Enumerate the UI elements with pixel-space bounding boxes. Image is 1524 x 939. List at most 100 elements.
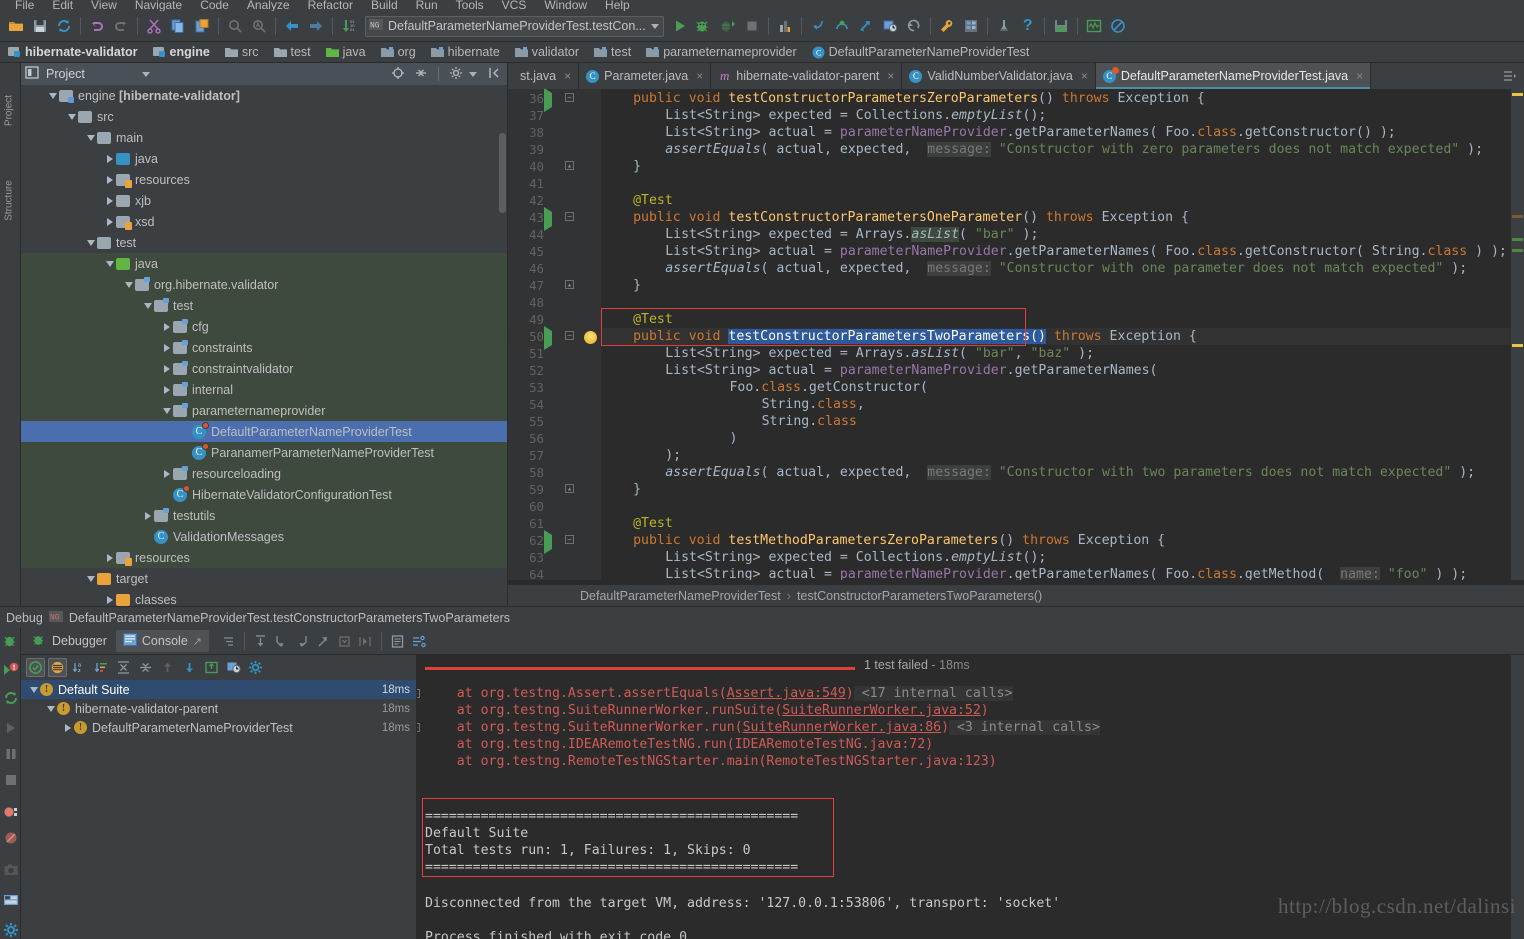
cut-icon[interactable]	[142, 14, 166, 38]
run-icon[interactable]	[668, 14, 692, 38]
fold-region-icon[interactable]: −	[565, 93, 574, 102]
menu-item-analyze[interactable]: Analyze	[238, 0, 299, 11]
save-all-icon[interactable]	[28, 14, 52, 38]
chevron-down-icon[interactable]	[650, 23, 659, 29]
menu-item-navigate[interactable]: Navigate	[126, 0, 191, 11]
project-tree-item-engine-hibernate-validator-[interactable]: engine [hibernate-validator]	[21, 85, 507, 106]
project-tree-item-testutils[interactable]: testutils	[21, 505, 507, 526]
layout-settings-icon[interactable]	[409, 632, 428, 651]
project-tree-item-target[interactable]: target	[21, 568, 507, 589]
step-into-icon[interactable]	[272, 632, 291, 651]
copy-icon[interactable]	[166, 14, 190, 38]
chevron-down-icon[interactable]	[469, 71, 477, 77]
expand-all-icon[interactable]	[114, 658, 133, 677]
code-line-46[interactable]: assertEquals( actual, expected, message:…	[601, 260, 1467, 277]
fold-region-icon[interactable]: −	[565, 535, 574, 544]
chevron-down-icon[interactable]	[44, 702, 57, 715]
breadcrumb-item-org[interactable]: org	[377, 42, 427, 63]
close-icon[interactable]: ×	[1081, 69, 1088, 83]
test-tree-item-default-suite[interactable]: ! Default Suite 18ms	[21, 680, 416, 699]
project-tree-item-resources[interactable]: resources	[21, 547, 507, 568]
step-into-icon[interactable]	[806, 14, 830, 38]
close-icon[interactable]: ×	[887, 69, 894, 83]
layout-icon[interactable]	[3, 892, 19, 908]
back-icon[interactable]	[280, 14, 304, 38]
code-lines[interactable]: public void testConstructorParametersZer…	[601, 89, 1524, 580]
rerun-icon[interactable]	[3, 690, 19, 706]
chevron-right-icon[interactable]	[160, 362, 173, 375]
chevron-down-icon[interactable]	[122, 278, 135, 291]
run-to-cursor-icon[interactable]	[356, 632, 375, 651]
menu-item-vcs[interactable]: VCS	[493, 0, 536, 11]
close-icon[interactable]: ×	[564, 69, 571, 83]
structure-icon[interactable]	[959, 14, 983, 38]
menu-item-refactor[interactable]: Refactor	[299, 0, 362, 11]
project-tree-item-internal[interactable]: internal	[21, 379, 507, 400]
settings-gear-icon[interactable]	[246, 658, 265, 677]
editor-breadcrumb-method[interactable]: testConstructorParametersTwoParameters()	[797, 589, 1042, 603]
chevron-right-icon[interactable]	[160, 467, 173, 480]
breadcrumb-item-hibernate[interactable]: hibernate	[427, 42, 511, 63]
code-line-42[interactable]: @Test	[601, 192, 673, 209]
test-tree-item-hibernate-validator-parent[interactable]: ! hibernate-validator-parent 18ms	[21, 699, 416, 718]
project-tree-item-src[interactable]: src	[21, 106, 507, 127]
code-line-44[interactable]: List<String> expected = Arrays.asList( "…	[601, 226, 1038, 243]
menu-item-help[interactable]: Help	[596, 0, 639, 11]
show-passed-icon[interactable]	[26, 658, 45, 677]
breadcrumb-item-parameternameprovider[interactable]: parameternameprovider	[642, 42, 807, 63]
code-line-57[interactable]: );	[601, 447, 681, 464]
project-tree[interactable]: engine [hibernate-validator] src main java r…	[21, 85, 507, 606]
code-line-54[interactable]: String.class,	[601, 396, 865, 413]
paste-icon[interactable]	[190, 14, 214, 38]
menu-item-edit[interactable]: Edit	[43, 0, 82, 11]
menu-item-view[interactable]: View	[82, 0, 126, 11]
code-line-61[interactable]: @Test	[601, 515, 673, 532]
breadcrumb-item-java[interactable]: java	[322, 42, 377, 63]
menu-item-window[interactable]: Window	[535, 0, 596, 11]
step-over-icon[interactable]	[830, 14, 854, 38]
sort-duration-icon[interactable]	[92, 658, 111, 677]
project-tree-item-java[interactable]: java	[21, 253, 507, 274]
fold-region-end-icon[interactable]: ▴	[565, 161, 574, 170]
code-line-36[interactable]: public void testConstructorParametersZer…	[601, 90, 1205, 107]
project-tree-item-classes[interactable]: classes	[21, 589, 507, 606]
profiler-icon[interactable]	[992, 14, 1016, 38]
project-tree-item-java[interactable]: java	[21, 148, 507, 169]
collapse-all-icon[interactable]	[414, 66, 428, 83]
chevron-down-icon[interactable]	[46, 89, 59, 102]
settings-wrench-icon[interactable]	[935, 14, 959, 38]
stack-trace-link[interactable]: SuiteRunnerWorker.java:86	[743, 720, 942, 735]
fold-icon[interactable]: +	[417, 689, 420, 698]
project-tree-item-cfg[interactable]: cfg	[21, 316, 507, 337]
sort-alpha-icon[interactable]: az	[70, 658, 89, 677]
monitor-icon[interactable]	[1082, 14, 1106, 38]
drop-frame-icon[interactable]	[335, 632, 354, 651]
chevron-down-icon[interactable]	[141, 71, 150, 77]
project-tree-item-xsd[interactable]: xsd	[21, 211, 507, 232]
chevron-right-icon[interactable]	[103, 215, 116, 228]
next-failed-icon[interactable]	[180, 658, 199, 677]
chevron-down-icon[interactable]	[84, 131, 97, 144]
menu-item-run[interactable]: Run	[407, 0, 447, 11]
chevron-down-icon[interactable]	[141, 299, 154, 312]
editor-tab-defaultparameternameprovidertest-java[interactable]: C DefaultParameterNameProviderTest.java ×	[1095, 63, 1372, 89]
code-line-47[interactable]: }	[601, 277, 641, 294]
hide-icon[interactable]	[488, 66, 500, 83]
code-line-56[interactable]: )	[601, 430, 737, 447]
stack-trace-line[interactable]: at org.testng.RemoteTestNGStarter.main(R…	[425, 753, 997, 770]
save-db-icon[interactable]	[1049, 14, 1073, 38]
code-line-53[interactable]: Foo.class.getConstructor(	[601, 379, 928, 396]
internal-calls-badge[interactable]: <17 internal calls>	[853, 686, 1013, 701]
run-configuration-selector[interactable]: NG DefaultParameterNameProviderTest.test…	[365, 15, 664, 37]
code-line-38[interactable]: List<String> actual = parameterNameProvi…	[601, 124, 1395, 141]
breadcrumb-item-test[interactable]: test	[590, 42, 642, 63]
step-out-icon[interactable]	[314, 632, 333, 651]
undo-icon[interactable]	[85, 14, 109, 38]
open-folder-icon[interactable]	[4, 14, 28, 38]
history-icon[interactable]	[224, 658, 243, 677]
step-over-icon[interactable]	[251, 632, 270, 651]
run-coverage-icon[interactable]	[716, 14, 740, 38]
project-tree-item-resourceloading[interactable]: resourceloading	[21, 463, 507, 484]
stack-trace-line[interactable]: at org.testng.Assert.assertEquals(Assert…	[425, 685, 1013, 702]
test-tree-item-defaultparameternameprovidertest[interactable]: ! DefaultParameterNameProviderTest 18ms	[21, 718, 416, 737]
